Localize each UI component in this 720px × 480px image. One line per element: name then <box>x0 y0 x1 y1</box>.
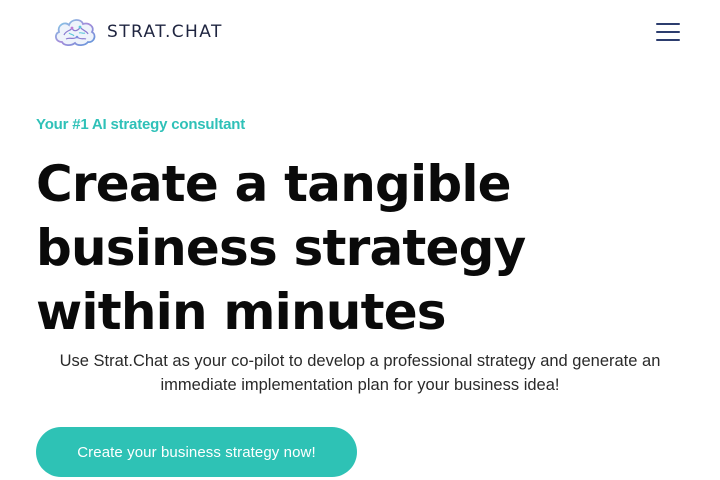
navbar: STRAT.CHAT <box>0 0 720 64</box>
hamburger-menu-icon-line <box>656 39 680 41</box>
hero-section: Your #1 AI strategy consultant Create a … <box>36 112 686 344</box>
hamburger-menu-button[interactable] <box>652 18 684 46</box>
hero-subtext: Use Strat.Chat as your co-pilot to devel… <box>59 352 661 394</box>
logo-text: STRAT.CHAT <box>107 21 223 42</box>
hero-eyebrow: Your #1 AI strategy consultant <box>36 116 246 133</box>
brain-cloud-icon <box>55 19 96 47</box>
hamburger-menu-icon-line <box>656 31 680 33</box>
create-strategy-button[interactable]: Create your business strategy now! <box>36 427 357 477</box>
hamburger-menu-icon <box>656 23 680 25</box>
landing-page: STRAT.CHAT Your #1 AI strategy consultan… <box>0 0 720 480</box>
hero-headline: Create a tangible business strategy with… <box>36 155 526 341</box>
logo-link[interactable]: STRAT.CHAT <box>52 16 223 48</box>
